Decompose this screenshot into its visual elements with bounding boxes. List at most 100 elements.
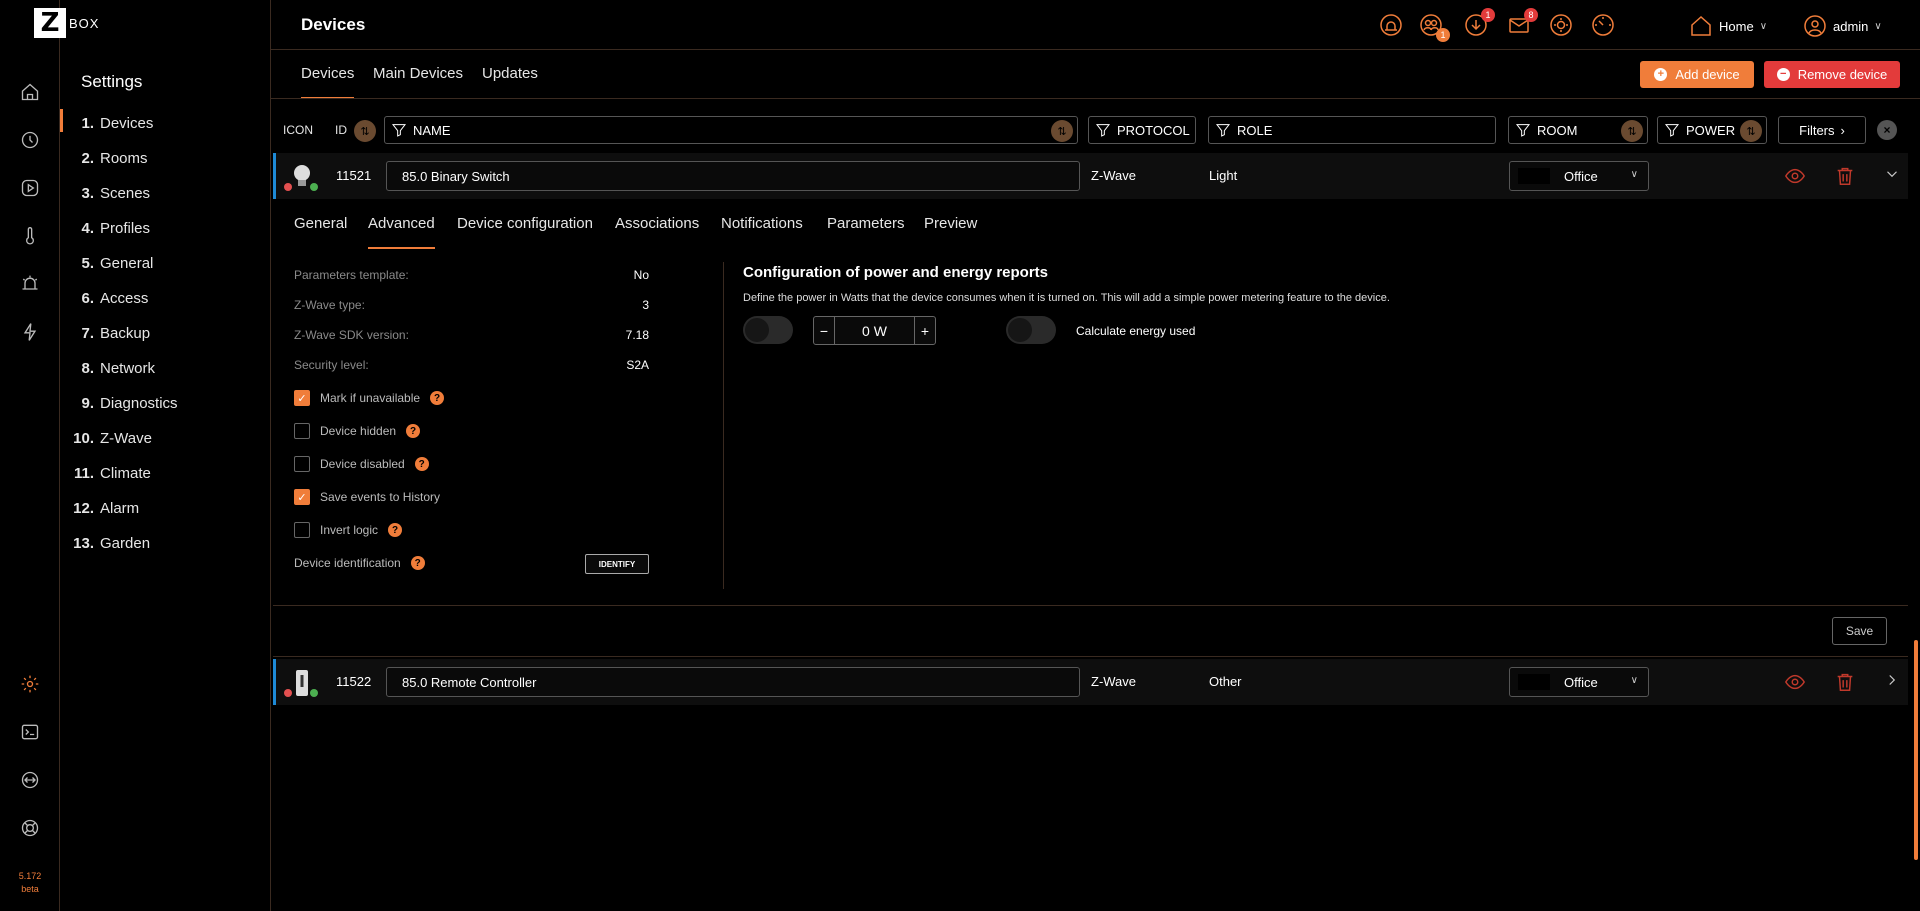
identify-button[interactable]: IDENTIFY xyxy=(585,554,649,574)
help-icon[interactable]: ? xyxy=(414,457,429,471)
tab-devices[interactable]: Devices xyxy=(301,65,355,99)
scrollbar[interactable] xyxy=(1914,640,1918,860)
tab-general[interactable]: General xyxy=(294,215,347,232)
tab-notifications[interactable]: Notifications xyxy=(721,215,803,232)
checkbox-mark-if-unavailable[interactable]: ✓ Mark if unavailable? xyxy=(294,390,445,406)
settings-item-z-wave[interactable]: 10. Z-Wave xyxy=(60,421,270,456)
play-icon[interactable] xyxy=(18,176,42,200)
sort-room-icon[interactable]: ⇅ xyxy=(1621,120,1643,142)
chevron-down-icon: ∨ xyxy=(1630,675,1638,686)
sun-icon[interactable] xyxy=(1549,13,1573,37)
expand-chevron-icon[interactable] xyxy=(1883,671,1905,693)
power-value[interactable]: 0 W xyxy=(834,317,915,344)
add-device-button[interactable]: + Add device xyxy=(1640,61,1754,88)
chevron-right-icon: › xyxy=(1840,122,1845,138)
clear-filters-icon[interactable]: × xyxy=(1877,120,1897,140)
help-icon[interactable]: ? xyxy=(406,424,421,438)
eye-icon[interactable] xyxy=(1784,165,1806,187)
help-icon[interactable]: ? xyxy=(388,523,403,537)
device-name-input[interactable]: 85.0 Binary Switch xyxy=(386,161,1080,191)
device-row[interactable]: 11522 85.0 Remote Controller Z-Wave Othe… xyxy=(273,659,1908,705)
checkbox-invert-logic[interactable]: Invert logic? xyxy=(294,522,403,538)
settings-item-climate[interactable]: 11. Climate xyxy=(60,456,270,491)
device-protocol: Z-Wave xyxy=(1091,168,1137,183)
settings-item-network[interactable]: 8. Network xyxy=(60,351,270,386)
tab-device-configuration[interactable]: Device configuration xyxy=(457,215,593,232)
role-filter[interactable]: ROLE xyxy=(1208,116,1496,144)
tab-parameters[interactable]: Parameters xyxy=(827,215,905,232)
terminal-icon[interactable] xyxy=(18,720,42,744)
room-filter[interactable]: ROOM ⇅ xyxy=(1508,116,1648,144)
protocol-filter[interactable]: PROTOCOL xyxy=(1088,116,1196,144)
tab-preview[interactable]: Preview xyxy=(924,215,977,232)
remove-device-button[interactable]: − Remove device xyxy=(1764,61,1900,88)
gear-icon[interactable] xyxy=(18,672,42,696)
siren-icon[interactable] xyxy=(1379,13,1403,37)
room-select[interactable]: Office ∨ xyxy=(1509,667,1649,697)
download-icon[interactable]: 1 xyxy=(1464,8,1495,37)
checkbox-checked-icon[interactable]: ✓ xyxy=(294,489,310,505)
gauge-icon[interactable] xyxy=(1591,13,1615,37)
device-id: 11521 xyxy=(336,168,372,183)
clock-icon[interactable] xyxy=(18,128,42,152)
mail-icon[interactable]: 8 xyxy=(1507,8,1538,37)
sort-id-icon[interactable]: ⇅ xyxy=(354,120,376,142)
settings-item-diagnostics[interactable]: 9. Diagnostics xyxy=(60,386,270,421)
save-button[interactable]: Save xyxy=(1832,617,1887,645)
sort-name-icon[interactable]: ⇅ xyxy=(1051,120,1073,142)
power-filter[interactable]: POWER ⇅ xyxy=(1657,116,1767,144)
lifebuoy-icon[interactable] xyxy=(18,816,42,840)
collapse-chevron-icon[interactable] xyxy=(1883,165,1905,187)
help-icon[interactable]: ? xyxy=(430,391,445,405)
checkbox-save-events-to-history[interactable]: ✓ Save events to History xyxy=(294,489,440,505)
device-details-panel: General Advanced Device configuration As… xyxy=(273,200,1908,606)
user-menu[interactable]: admin ∨ xyxy=(1803,14,1882,38)
checkbox-empty-icon[interactable] xyxy=(294,456,310,472)
trash-icon[interactable] xyxy=(1834,671,1856,693)
eye-icon[interactable] xyxy=(1784,671,1806,693)
minus-icon: − xyxy=(1776,68,1790,81)
tab-advanced[interactable]: Advanced xyxy=(368,215,435,249)
power-stepper[interactable]: − 0 W + xyxy=(813,316,936,345)
thermometer-icon[interactable] xyxy=(18,224,42,248)
device-row[interactable]: 11521 85.0 Binary Switch Z-Wave Light Of… xyxy=(273,153,1908,199)
settings-item-scenes[interactable]: 3. Scenes xyxy=(60,176,270,211)
help-icon[interactable]: ? xyxy=(410,556,425,570)
settings-list: 1. Devices 2. Rooms 3. Scenes 4. Profiles 5. Gene… xyxy=(60,106,270,561)
room-select[interactable]: Office ∨ xyxy=(1509,161,1649,191)
checkbox-empty-icon[interactable] xyxy=(294,423,310,439)
checkbox-empty-icon[interactable] xyxy=(294,522,310,538)
settings-item-rooms[interactable]: 2. Rooms xyxy=(60,141,270,176)
settings-item-alarm[interactable]: 12. Alarm xyxy=(60,491,270,526)
tab-updates[interactable]: Updates xyxy=(482,65,538,82)
power-toggle[interactable] xyxy=(743,316,793,344)
calc-energy-toggle[interactable] xyxy=(1006,316,1056,344)
checkbox-device-disabled[interactable]: Device disabled? xyxy=(294,456,429,472)
settings-item-backup[interactable]: 7. Backup xyxy=(60,316,270,351)
alarm-icon[interactable] xyxy=(18,272,42,296)
increment-button[interactable]: + xyxy=(915,323,935,339)
room-color-swatch xyxy=(1518,674,1550,690)
filters-button[interactable]: Filters › xyxy=(1778,116,1866,144)
checkbox-device-hidden[interactable]: Device hidden? xyxy=(294,423,421,439)
name-filter[interactable]: NAME ⇅ xyxy=(384,116,1078,144)
settings-item-devices[interactable]: 1. Devices xyxy=(60,106,270,141)
home-selector[interactable]: Home ∨ xyxy=(1689,14,1767,38)
lightning-icon[interactable] xyxy=(18,320,42,344)
tab-associations[interactable]: Associations xyxy=(615,215,699,232)
home-icon[interactable] xyxy=(18,80,42,104)
device-name-input[interactable]: 85.0 Remote Controller xyxy=(386,667,1080,697)
settings-item-general[interactable]: 5. General xyxy=(60,246,270,281)
users-icon[interactable]: 1 xyxy=(1419,13,1450,42)
checkbox-checked-icon[interactable]: ✓ xyxy=(294,390,310,406)
tab-main-devices[interactable]: Main Devices xyxy=(373,65,463,82)
sort-power-icon[interactable]: ⇅ xyxy=(1740,120,1762,142)
settings-item-garden[interactable]: 13. Garden xyxy=(60,526,270,561)
link-icon[interactable] xyxy=(18,768,42,792)
decrement-button[interactable]: − xyxy=(814,323,834,339)
settings-item-access[interactable]: 6. Access xyxy=(60,281,270,316)
trash-icon[interactable] xyxy=(1834,165,1856,187)
chevron-down-icon: ∨ xyxy=(1759,20,1768,32)
plus-icon: + xyxy=(1654,68,1668,81)
settings-item-profiles[interactable]: 4. Profiles xyxy=(60,211,270,246)
